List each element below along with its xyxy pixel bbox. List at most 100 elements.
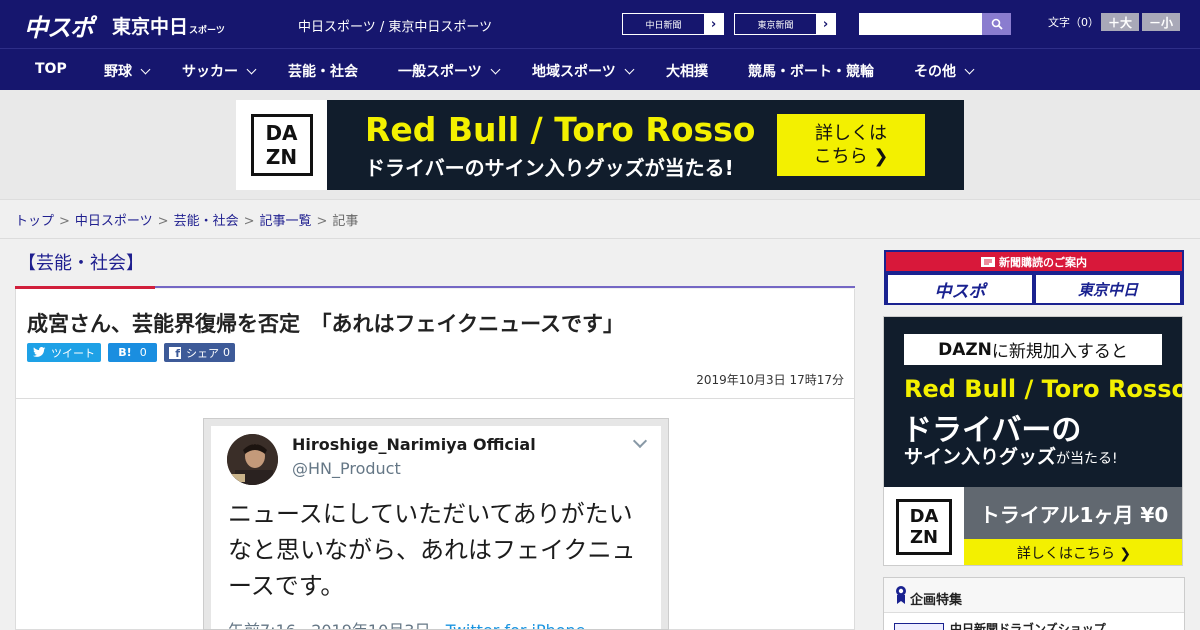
banner-cta-button[interactable]: 詳しくは こちら ❯: [777, 114, 925, 176]
dazn-logo-box: DA ZN: [236, 100, 327, 190]
banner-title: Red Bull / Toro Rosso: [365, 110, 756, 149]
main-nav: TOP 野球 サッカー 芸能・社会 一般スポーツ 地域スポーツ 大相撲 競馬・ボ…: [0, 48, 1200, 90]
nav-label: サッカー: [182, 64, 238, 80]
publish-date: 2019年10月3日 17時17分: [696, 373, 844, 387]
tweet-author-handle: @HN_Product: [292, 459, 401, 478]
tweet-label: ツイート: [51, 346, 95, 360]
tweet-screenshot-image: Hiroshige_Narimiya Official @HN_Product …: [203, 418, 669, 630]
font-size-increase-button[interactable]: ＋大: [1101, 13, 1139, 31]
search-button[interactable]: [982, 13, 1011, 35]
nav-label: 野球: [104, 64, 132, 80]
dazn-sidebar-ad[interactable]: DAZN に新規加入すると Red Bull / Toro Rosso ドライバー…: [883, 316, 1183, 566]
chevron-right-icon: ›: [816, 14, 835, 34]
ad-cta-button[interactable]: 詳しくはこちら ❯: [964, 539, 1182, 565]
link-label: 中日新聞: [623, 14, 704, 34]
site-name: 中日スポーツ / 東京中日スポーツ: [298, 20, 493, 35]
tweet-card: Hiroshige_Narimiya Official @HN_Product …: [211, 426, 661, 629]
nav-entertainment[interactable]: 芸能・社会: [288, 61, 358, 81]
facebook-share-label: シェア: [186, 346, 219, 360]
banner-area: DA ZN Red Bull / Toro Rosso ドライバーのサイン入りグ…: [0, 90, 1200, 200]
nav-label: 競馬・ボート・競輪: [748, 64, 874, 80]
breadcrumb-entertainment[interactable]: 芸能・社会: [174, 214, 239, 229]
nav-general-sports[interactable]: 一般スポーツ: [398, 61, 501, 81]
feature-item-link[interactable]: 中日新聞ドラゴンズショップ: [950, 620, 1106, 630]
chevron-down-icon: [624, 64, 635, 75]
feature-thumbnail[interactable]: [894, 623, 944, 630]
tokyo-logo-small: スポーツ: [189, 26, 225, 36]
nav-sumo[interactable]: 大相撲: [666, 61, 708, 81]
chevron-down-icon: [964, 64, 975, 75]
dazn-banner-ad[interactable]: DA ZN Red Bull / Toro Rosso ドライバーのサイン入りグ…: [236, 100, 964, 190]
dazn-logo: DA ZN: [250, 114, 313, 176]
banner-content: Red Bull / Toro Rosso ドライバーのサイン入りグッズが当たる…: [327, 100, 964, 190]
hatena-icon: B!: [118, 346, 132, 359]
font-size-decrease-button[interactable]: －小: [1142, 13, 1180, 31]
ad-trial-text: トライアル1ヶ月 ¥0: [964, 487, 1182, 539]
nav-other[interactable]: その他: [914, 61, 975, 81]
subscription-box: 新聞購読のご案内 中スポ 東京中日: [884, 250, 1184, 305]
breadcrumb-chunichi-sports[interactable]: 中日スポーツ: [75, 214, 153, 229]
nav-label: TOP: [35, 61, 67, 77]
tokyo-shimbun-link[interactable]: 東京新聞 ›: [734, 13, 836, 35]
facebook-count: 0: [223, 346, 230, 359]
nav-baseball[interactable]: 野球: [104, 61, 151, 81]
breadcrumb-current: 記事: [332, 214, 359, 229]
tweet-timestamp: 午前7:16 · 2019年10月3日 ·: [228, 621, 446, 629]
search-input[interactable]: [859, 13, 982, 35]
hatena-count: 0: [139, 346, 147, 359]
cta-line2: こちら ❯: [813, 146, 889, 167]
tokyo-chunichi-subscribe-button[interactable]: 東京中日: [1036, 275, 1180, 303]
dazn-logo-bottom: ZN: [265, 145, 298, 169]
nav-label: 地域スポーツ: [532, 64, 616, 80]
subscription-heading: 新聞購読のご案内: [886, 252, 1182, 271]
breadcrumb-top[interactable]: トップ: [15, 214, 54, 229]
chevron-down-icon: [246, 64, 257, 75]
nav-soccer[interactable]: サッカー: [182, 61, 257, 81]
ad-line2-suffix: が当たる!: [1056, 451, 1118, 467]
dazn-logo-top: DA: [909, 506, 939, 527]
tweet-source: Twitter for iPhone: [446, 621, 586, 629]
nav-top[interactable]: TOP: [35, 61, 67, 77]
category-underline: [155, 286, 855, 288]
ad-line2: サイン入りグッズが当たる!: [904, 442, 1118, 469]
breadcrumb-separator: >: [316, 214, 328, 229]
tweet-share-button[interactable]: ツイート: [27, 343, 101, 362]
twitter-bird-icon: [33, 347, 46, 357]
breadcrumb-article-list[interactable]: 記事一覧: [260, 214, 312, 229]
chuspo-logo[interactable]: 中スポ: [24, 8, 94, 43]
nav-local-sports[interactable]: 地域スポーツ: [532, 61, 635, 81]
breadcrumb-separator: >: [243, 214, 255, 229]
banner-subtitle: ドライバーのサイン入りグッズが当たる!: [365, 156, 734, 180]
article-headline: 成宮さん、芸能界復帰を否定 「あれはフェイクニュースです」: [27, 312, 625, 336]
tweet-text: ニュースにしていただいてありがたいなと思いながら、あれはフェイクニュースです。: [228, 500, 636, 600]
feature-box: 企画特集 中日新聞ドラゴンズショップ: [883, 577, 1185, 630]
chevron-down-icon: [490, 64, 501, 75]
article-container: 成宮さん、芸能界復帰を否定 「あれはフェイクニュースです」 ツイート B! 0 …: [15, 289, 855, 630]
link-label: 東京新聞: [735, 14, 816, 34]
nav-label: その他: [914, 64, 956, 80]
breadcrumb-separator: >: [59, 214, 70, 229]
hatena-bookmark-button[interactable]: B! 0: [108, 343, 157, 362]
nav-label: 一般スポーツ: [398, 64, 482, 80]
chunichi-shimbun-link[interactable]: 中日新聞 ›: [622, 13, 724, 35]
dazn-logo-box: DA ZN: [884, 487, 964, 565]
feature-header: 企画特集: [884, 578, 1184, 613]
ribbon-icon: [896, 586, 906, 604]
chevron-down-icon: [632, 433, 648, 449]
category-heading: 【芸能・社会】: [18, 253, 144, 274]
facebook-share-button[interactable]: f シェア 0: [164, 343, 235, 362]
site-header: 中スポ 東京中日スポーツ 中日スポーツ / 東京中日スポーツ 中日新聞 › 東京…: [0, 0, 1200, 48]
dazn-logo: DA ZN: [896, 499, 952, 555]
ad-top-line: DAZN に新規加入すると: [904, 334, 1162, 365]
ad-title: Red Bull / Toro Rosso: [904, 375, 1183, 403]
breadcrumb: トップ > 中日スポーツ > 芸能・社会 > 記事一覧 > 記事: [15, 210, 358, 229]
nav-racing[interactable]: 競馬・ボート・競輪: [748, 61, 874, 81]
tokyo-chunichi-logo[interactable]: 東京中日スポーツ: [112, 12, 225, 39]
chevron-right-icon: ›: [704, 14, 723, 34]
nav-label: 大相撲: [666, 64, 708, 80]
cta-line1: 詳しくは: [815, 122, 887, 144]
dazn-logo-bottom: ZN: [909, 527, 939, 548]
feature-title: 企画特集: [910, 593, 963, 608]
ad-top-suffix: に新規加入すると: [991, 342, 1128, 362]
chuspo-subscribe-button[interactable]: 中スポ: [888, 275, 1032, 303]
